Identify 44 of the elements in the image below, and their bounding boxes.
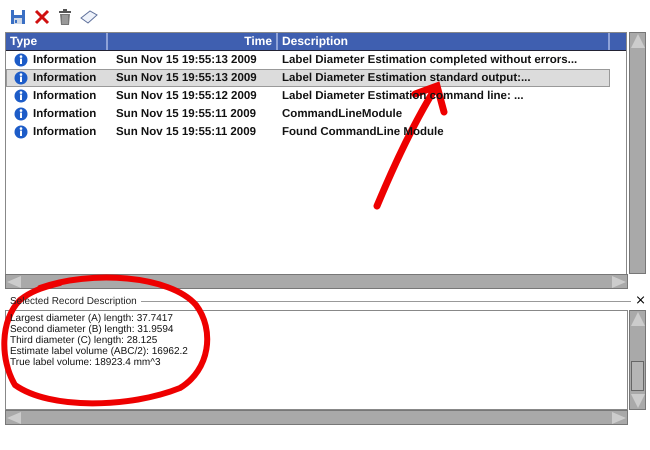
info-icon — [14, 53, 28, 67]
table-cell-text: Sun Nov 15 19:55:11 2009 — [115, 126, 257, 138]
scroll-left-icon[interactable] — [7, 412, 21, 424]
column-header[interactable]: Time — [108, 33, 278, 50]
text-line: True label volume: 18923.4 mm^3 — [10, 357, 162, 368]
vertical-scrollbar[interactable] — [629, 310, 646, 410]
info-icon — [14, 89, 28, 103]
info-icon — [14, 107, 28, 121]
table-cell-text: Sun Nov 15 19:55:13 2009 — [115, 54, 258, 66]
table-cell-text: Sun Nov 15 19:55:11 2009 — [115, 108, 257, 120]
table-cell: Information — [33, 126, 96, 138]
table-cell-text: Label Diameter Estimation completed without errors... — [281, 54, 578, 66]
table-cell-text: Label Diameter Estimation standard output:... — [281, 72, 532, 84]
scroll-left-icon[interactable] — [7, 276, 21, 288]
table-row[interactable]: Information Sun Nov 15 19:55:13 2009 Label Diameter Estimation standard output:... — [6, 69, 610, 87]
table-cell: Information — [33, 72, 96, 84]
table-cell-text: Sun Nov 15 19:55:13 2009 — [115, 72, 258, 84]
info-icon — [14, 125, 28, 139]
text-line: Third diameter (C) length: 28.125 — [10, 335, 158, 346]
column-header[interactable]: Description — [278, 33, 610, 50]
close-button[interactable]: × — [635, 295, 646, 307]
table-row[interactable]: Information Sun Nov 15 19:55:11 2009 CommandLineModule — [6, 105, 626, 123]
scroll-right-icon[interactable] — [612, 412, 626, 424]
scroll-right-icon[interactable] — [612, 276, 626, 288]
scroll-up-icon[interactable] — [630, 312, 644, 326]
info-icon — [14, 71, 28, 85]
trash-icon[interactable] — [58, 9, 72, 25]
table-cell: Information — [33, 108, 96, 120]
close-icon[interactable] — [34, 9, 50, 25]
save-icon[interactable] — [10, 9, 26, 25]
scroll-thumb[interactable] — [631, 361, 644, 391]
eraser-icon[interactable] — [80, 9, 98, 25]
table-row[interactable]: Information Sun Nov 15 19:55:13 2009 Label Diameter Estimation completed without errors... — [6, 51, 626, 69]
text-line: Second diameter (B) length: 31.9594 — [10, 324, 174, 335]
table-cell: Information — [33, 90, 96, 102]
table-cell-text: CommandLineModule — [281, 108, 404, 120]
column-header[interactable]: Type — [6, 33, 108, 50]
horizontal-scrollbar[interactable] — [5, 274, 628, 289]
vertical-scrollbar[interactable] — [629, 32, 646, 274]
text-line: Estimate label volume (ABC/2): 16962.2 — [10, 346, 189, 357]
horizontal-scrollbar[interactable] — [5, 410, 628, 425]
table-cell: Information — [33, 54, 96, 66]
table-cell-text: Sun Nov 15 19:55:12 2009 — [115, 90, 258, 102]
scroll-up-icon[interactable] — [630, 34, 644, 48]
